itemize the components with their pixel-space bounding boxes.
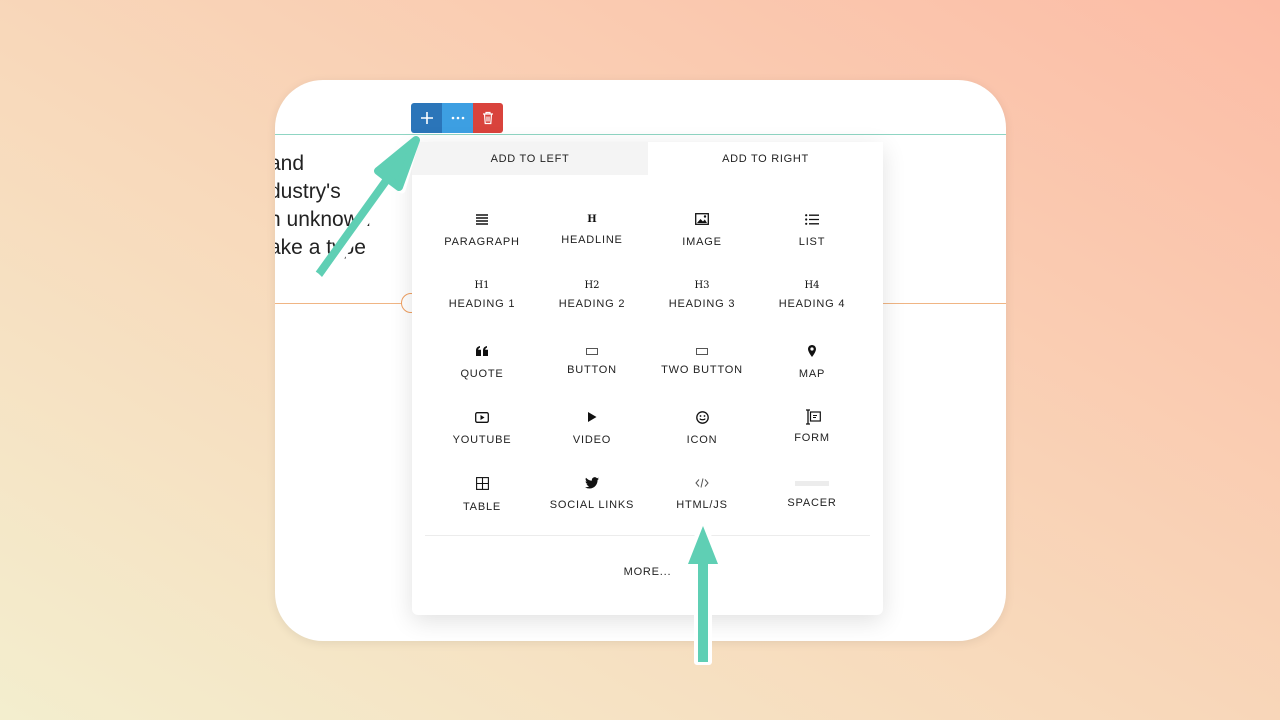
- play-icon: [587, 408, 597, 426]
- element-button[interactable]: BUTTON: [537, 342, 647, 376]
- background-text-line: and: [275, 152, 305, 175]
- background-paragraph: and dustry's n unknown ake a type: [275, 150, 371, 262]
- element-heading-4[interactable]: H4 HEADING 4: [757, 276, 867, 311]
- delete-button[interactable]: [473, 103, 503, 133]
- element-label: QUOTE: [460, 368, 504, 380]
- element-quote[interactable]: QUOTE: [427, 342, 537, 380]
- element-list[interactable]: LIST: [757, 210, 867, 248]
- element-label: HEADING 4: [778, 298, 846, 310]
- ellipsis-icon: [451, 116, 464, 120]
- element-map[interactable]: MAP: [757, 342, 867, 380]
- panel-divider: [425, 535, 870, 536]
- element-paragraph[interactable]: PARAGRAPH: [427, 210, 537, 248]
- youtube-icon: [475, 408, 489, 426]
- element-label: TWO BUTTON: [661, 364, 743, 376]
- heading1-icon: H1: [474, 279, 490, 291]
- element-label: MAP: [798, 368, 826, 380]
- row-outline-top: [275, 134, 1006, 135]
- element-label: SOCIAL LINKS: [549, 499, 635, 511]
- element-toolbar: [411, 103, 503, 133]
- heading4-icon: H4: [804, 279, 820, 291]
- element-table[interactable]: TABLE: [427, 474, 537, 513]
- element-label: YOUTUBE: [452, 434, 512, 446]
- panel-tabs: ADD TO LEFT ADD TO RIGHT: [412, 142, 883, 175]
- element-label: HEADING 2: [558, 298, 626, 310]
- element-video[interactable]: VIDEO: [537, 408, 647, 446]
- element-headline[interactable]: H HEADLINE: [537, 210, 647, 247]
- twitter-icon: [585, 474, 599, 492]
- map-pin-icon: [808, 342, 816, 360]
- table-icon: [475, 474, 489, 492]
- heading3-icon: H3: [694, 279, 710, 291]
- element-icon[interactable]: ICON: [647, 408, 757, 446]
- element-label: SPACER: [787, 497, 837, 509]
- plus-icon: [420, 112, 433, 124]
- element-youtube[interactable]: YOUTUBE: [427, 408, 537, 446]
- element-label: LIST: [798, 236, 826, 248]
- element-two-button[interactable]: TWO BUTTON: [647, 342, 757, 376]
- element-label: HEADING 1: [448, 298, 516, 310]
- add-element-panel: ADD TO LEFT ADD TO RIGHT PARAGRAPH H HEA…: [412, 142, 883, 615]
- spacer-icon: [795, 474, 829, 492]
- add-element-button[interactable]: [411, 103, 442, 133]
- element-label: ICON: [686, 434, 718, 446]
- element-label: FORM: [794, 432, 830, 444]
- more-options-button[interactable]: [442, 103, 473, 133]
- code-icon: [695, 474, 709, 492]
- form-icon: [804, 408, 821, 426]
- background-text-line: dustry's: [275, 180, 341, 203]
- element-image[interactable]: IMAGE: [647, 210, 757, 248]
- element-heading-2[interactable]: H2 HEADING 2: [537, 276, 647, 311]
- element-label: HEADLINE: [561, 234, 623, 246]
- background-text-line: ake a type: [275, 236, 366, 259]
- two-button-icon: [696, 342, 708, 360]
- element-social-links[interactable]: SOCIAL LINKS: [537, 474, 647, 511]
- element-label: IMAGE: [682, 236, 722, 248]
- element-form[interactable]: FORM: [757, 408, 867, 444]
- element-label: HTML/JS: [676, 499, 728, 511]
- list-icon: [805, 210, 819, 228]
- smiley-icon: [695, 408, 709, 426]
- background-text-line: n unknown: [275, 208, 371, 231]
- image-icon: [695, 210, 709, 228]
- more-elements-button[interactable]: MORE...: [412, 566, 883, 578]
- element-html-js[interactable]: HTML/JS: [647, 474, 757, 511]
- element-label: PARAGRAPH: [444, 236, 520, 248]
- quote-icon: [476, 342, 488, 360]
- element-label: BUTTON: [567, 364, 617, 376]
- element-heading-3[interactable]: H3 HEADING 3: [647, 276, 757, 311]
- element-spacer[interactable]: SPACER: [757, 474, 867, 509]
- element-heading-1[interactable]: H1 HEADING 1: [427, 276, 537, 311]
- element-label: VIDEO: [572, 434, 612, 446]
- element-label: TABLE: [462, 501, 502, 513]
- heading2-icon: H2: [584, 279, 600, 291]
- trash-icon: [483, 111, 493, 125]
- button-icon: [586, 342, 598, 360]
- paragraph-icon: [476, 210, 488, 228]
- headline-icon: H: [587, 213, 597, 225]
- tab-add-to-right[interactable]: ADD TO RIGHT: [648, 142, 883, 175]
- tab-add-to-left[interactable]: ADD TO LEFT: [412, 142, 648, 175]
- element-label: HEADING 3: [668, 298, 736, 310]
